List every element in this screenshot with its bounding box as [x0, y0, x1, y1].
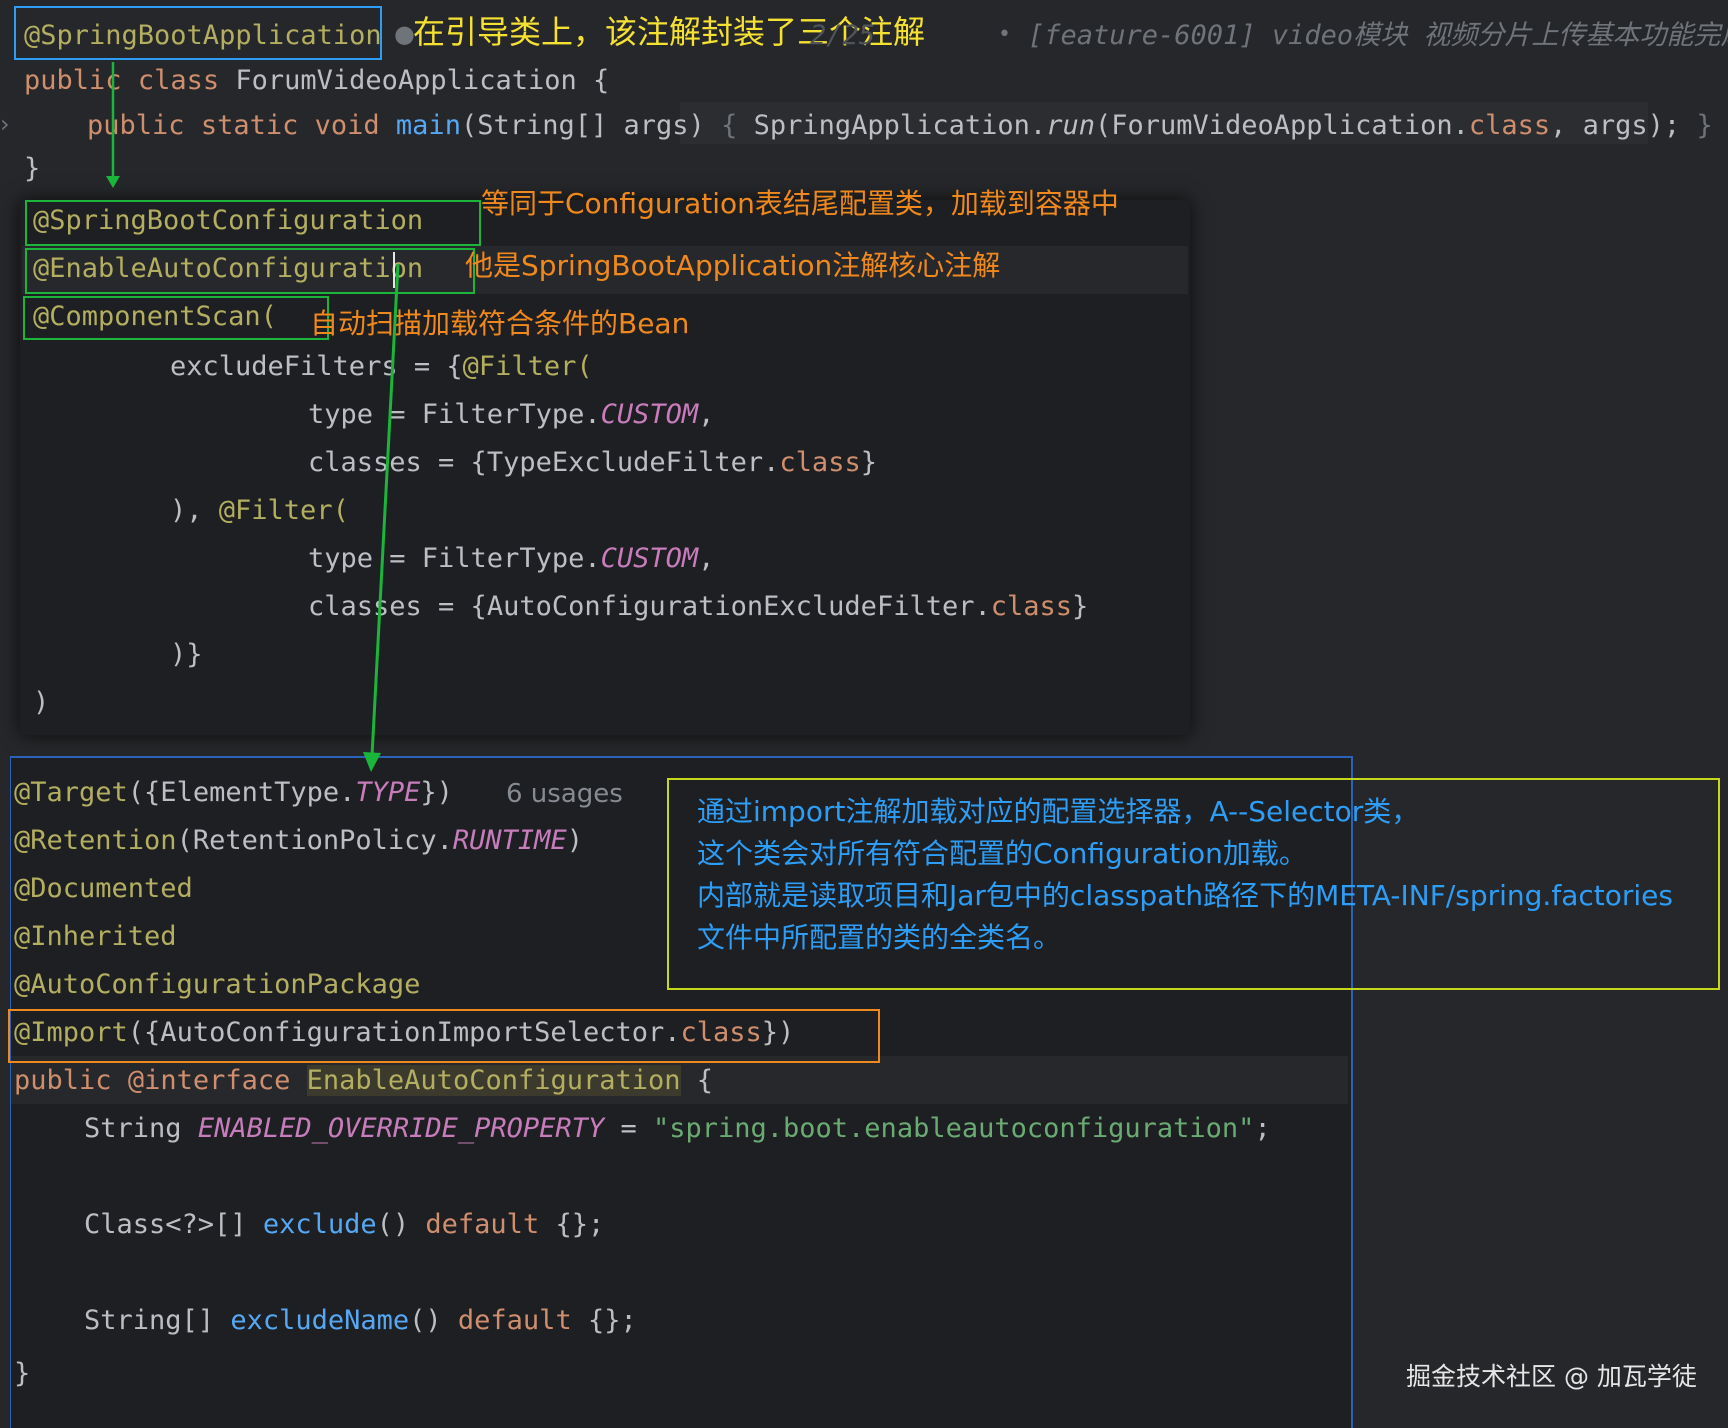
arrow-eac-to-definition — [370, 263, 400, 757]
annotation-arrows — [106, 62, 400, 772]
arrow-head-1 — [106, 176, 120, 188]
watermark: 掘金技术社区 @ 加瓦学徒 — [1406, 1362, 1697, 1391]
arrow-head-2 — [363, 752, 381, 772]
